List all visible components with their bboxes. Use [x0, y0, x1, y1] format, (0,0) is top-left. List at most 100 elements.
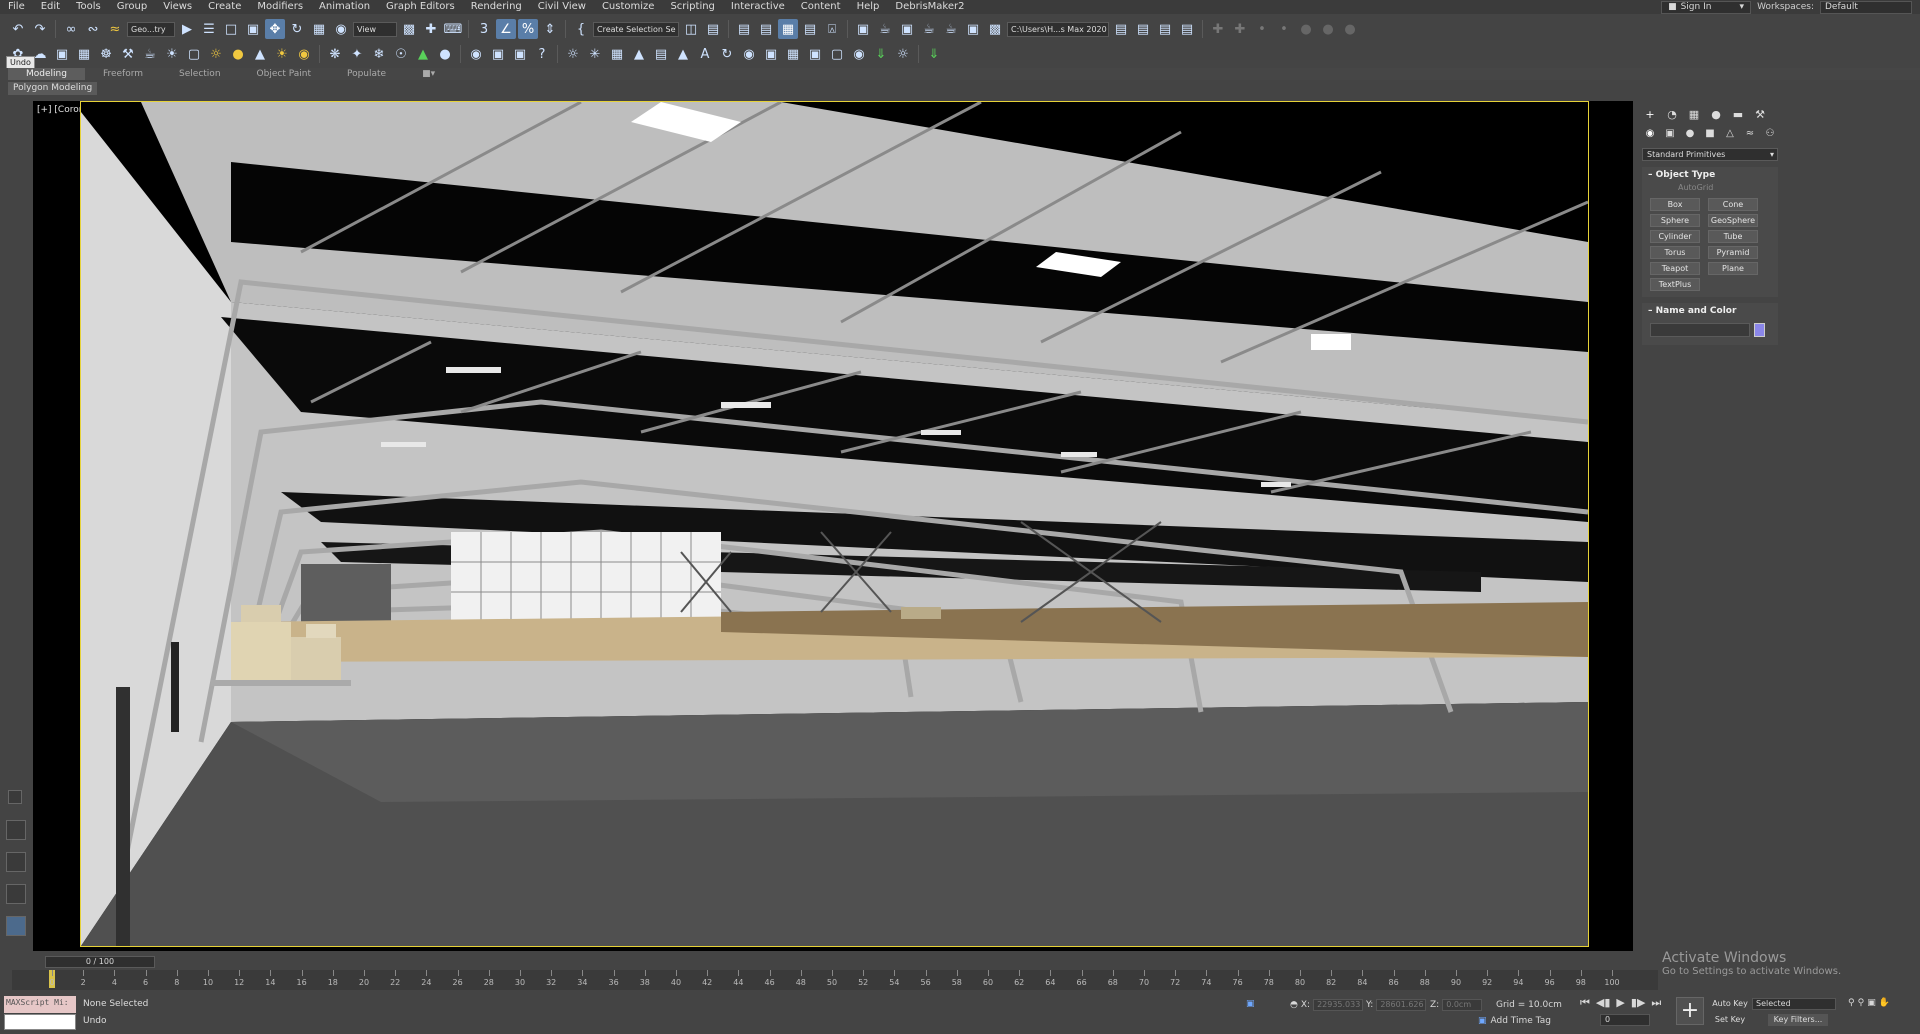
set-key-button[interactable]: Set Key — [1712, 1014, 1748, 1026]
viewport-layout-icon[interactable]: ▦ — [783, 44, 803, 64]
rock-icon[interactable]: ● — [435, 44, 455, 64]
key-mode-dropdown[interactable]: Selected — [1752, 998, 1836, 1010]
named-selection-set-dropdown[interactable]: Create Selection Se — [593, 21, 679, 37]
geometry-icon[interactable]: ◉ — [1642, 128, 1658, 142]
snap-toggle-icon[interactable]: 3 — [474, 19, 494, 39]
go-to-end-icon[interactable]: ⏭ — [1651, 996, 1661, 1010]
go-to-start-icon[interactable]: ⏮ — [1580, 996, 1590, 1010]
rect-selection-icon[interactable]: □ — [221, 19, 241, 39]
layout-tab-3[interactable] — [6, 884, 26, 904]
disk-icon[interactable]: ◉ — [294, 44, 314, 64]
motion-tab-icon[interactable]: ● — [1708, 108, 1724, 122]
maxscript-input[interactable] — [4, 1014, 76, 1030]
key-filters-button[interactable]: Key Filters... — [1768, 1014, 1828, 1026]
scene-explorer-icon[interactable]: ▤ — [734, 19, 754, 39]
material-editor-icon[interactable]: ▣ — [853, 19, 873, 39]
align-icon[interactable]: ▤ — [703, 19, 723, 39]
frame-icon[interactable]: ▣ — [761, 44, 781, 64]
mirror-icon[interactable]: ◫ — [681, 19, 701, 39]
object-name-field[interactable] — [1650, 323, 1750, 337]
add-time-tag[interactable]: ▣ Add Time Tag — [1478, 1016, 1551, 1026]
cameras-icon[interactable]: ■ — [1702, 128, 1718, 142]
menu-interactive[interactable]: Interactive — [723, 0, 793, 14]
project-path-dropdown[interactable]: C:\Users\H...s Max 2020 — [1007, 21, 1109, 37]
cylinder-button[interactable]: Cylinder — [1650, 230, 1700, 243]
text-icon[interactable]: A — [695, 44, 715, 64]
light-icon[interactable]: ☼ — [206, 44, 226, 64]
vfb-icon[interactable]: ▣ — [510, 44, 530, 64]
tool-disabled-icon-2[interactable]: ✚ — [1230, 19, 1250, 39]
render-region-icon[interactable]: ▩ — [985, 19, 1005, 39]
menu-scripting[interactable]: Scripting — [662, 0, 722, 14]
bitmap-icon[interactable]: ▣ — [488, 44, 508, 64]
eye-icon[interactable]: ◉ — [849, 44, 869, 64]
tab-modeling[interactable]: Modeling — [8, 68, 85, 80]
menu-civil-view[interactable]: Civil View — [530, 0, 594, 14]
move-icon[interactable]: ✥ — [265, 19, 285, 39]
render-iterative-icon[interactable]: ☕ — [941, 19, 961, 39]
render-icon[interactable]: ☀ — [162, 44, 182, 64]
track-bar[interactable]: 0 2 4 6 8 10 12 14 16 18 20 22 24 26 28 30 32 34 36 38 40 42 4… — [12, 970, 1658, 990]
layout-tab-active[interactable] — [6, 916, 26, 936]
menu-edit[interactable]: Edit — [33, 0, 68, 14]
pin-icon[interactable]: ▲ — [673, 44, 693, 64]
menu-modifiers[interactable]: Modifiers — [249, 0, 311, 14]
select-object-icon[interactable]: ▶ — [177, 19, 197, 39]
box-button[interactable]: Box — [1650, 198, 1700, 211]
pivot-center-icon[interactable]: ▩ — [399, 19, 419, 39]
dot-icon[interactable]: • — [1252, 19, 1272, 39]
undo-icon[interactable]: ↶ — [8, 19, 28, 39]
object-type-header[interactable]: – Object Type — [1642, 167, 1778, 183]
create-tab-icon[interactable]: + — [1642, 108, 1658, 122]
shapes-icon[interactable]: ▣ — [1662, 128, 1678, 142]
sphere-button[interactable]: Sphere — [1650, 214, 1700, 227]
bind-space-warp-icon[interactable]: ≈ — [105, 19, 125, 39]
link-icon[interactable]: ∞ — [61, 19, 81, 39]
globe-icon[interactable]: ☉ — [391, 44, 411, 64]
pan-icon[interactable]: ✋ — [1879, 998, 1890, 1008]
circle-icon-3[interactable]: ● — [1340, 19, 1360, 39]
display-tab-icon[interactable]: ▬ — [1730, 108, 1746, 122]
menu-tools[interactable]: Tools — [68, 0, 109, 14]
render-production-icon[interactable]: ☕ — [919, 19, 939, 39]
circle-icon[interactable]: ● — [1296, 19, 1316, 39]
current-frame-field[interactable]: 0 — [1600, 1014, 1650, 1026]
open-project-icon[interactable]: ▤ — [1111, 19, 1131, 39]
zoom-icon[interactable]: ⚲ — [1848, 998, 1855, 1008]
geosphere-button[interactable]: GeoSphere — [1708, 214, 1758, 227]
menu-customize[interactable]: Customize — [594, 0, 663, 14]
maxscript-listener[interactable]: MAXScript Mi: — [4, 996, 76, 1013]
modify-tab-icon[interactable]: ◔ — [1664, 108, 1680, 122]
next-frame-icon[interactable]: ▮▶ — [1631, 996, 1646, 1010]
keyboard-shortcut-icon[interactable]: ⌨ — [443, 19, 463, 39]
systems-icon[interactable]: ⚇ — [1762, 128, 1778, 142]
textplus-button[interactable]: TextPlus — [1650, 278, 1700, 291]
sphere-icon[interactable]: ● — [228, 44, 248, 64]
spacewarps-icon[interactable]: ≈ — [1742, 128, 1758, 142]
proxy-icon[interactable]: ✦ — [347, 44, 367, 64]
circle-icon-2[interactable]: ● — [1318, 19, 1338, 39]
object-color-swatch[interactable] — [1754, 323, 1765, 337]
image-icon[interactable]: ▣ — [52, 44, 72, 64]
primitive-type-dropdown[interactable]: Standard Primitives ▾ — [1642, 148, 1778, 161]
menu-rendering[interactable]: Rendering — [463, 0, 530, 14]
unlink-icon[interactable]: ∾ — [83, 19, 103, 39]
autogrid-checkbox[interactable]: AutoGrid — [1642, 183, 1778, 195]
x-field[interactable]: 22935.033 — [1313, 999, 1364, 1011]
tube-button[interactable]: Tube — [1708, 230, 1758, 243]
tool-disabled-icon[interactable]: ✚ — [1208, 19, 1228, 39]
wrench-icon[interactable]: ⚒ — [118, 44, 138, 64]
expand-arrow-icon[interactable] — [8, 790, 22, 804]
teapot-button[interactable]: Teapot — [1650, 262, 1700, 275]
pivot-icon[interactable]: ◉ — [739, 44, 759, 64]
mountain-icon[interactable]: ▲ — [629, 44, 649, 64]
select-manipulate-icon[interactable]: ✚ — [421, 19, 441, 39]
cycle-icon[interactable]: ↻ — [717, 44, 737, 64]
ribbon-options-icon[interactable]: ■▾ — [404, 68, 453, 80]
utilities-tab-icon[interactable]: ⚒ — [1752, 108, 1768, 122]
light-bulb-icon[interactable]: ☼ — [563, 44, 583, 64]
menu-file[interactable]: File — [0, 0, 33, 14]
isolate-icon[interactable]: ▣ — [1246, 999, 1255, 1009]
z-field[interactable]: 0.0cm — [1442, 999, 1483, 1011]
torus-button[interactable]: Torus — [1650, 246, 1700, 259]
